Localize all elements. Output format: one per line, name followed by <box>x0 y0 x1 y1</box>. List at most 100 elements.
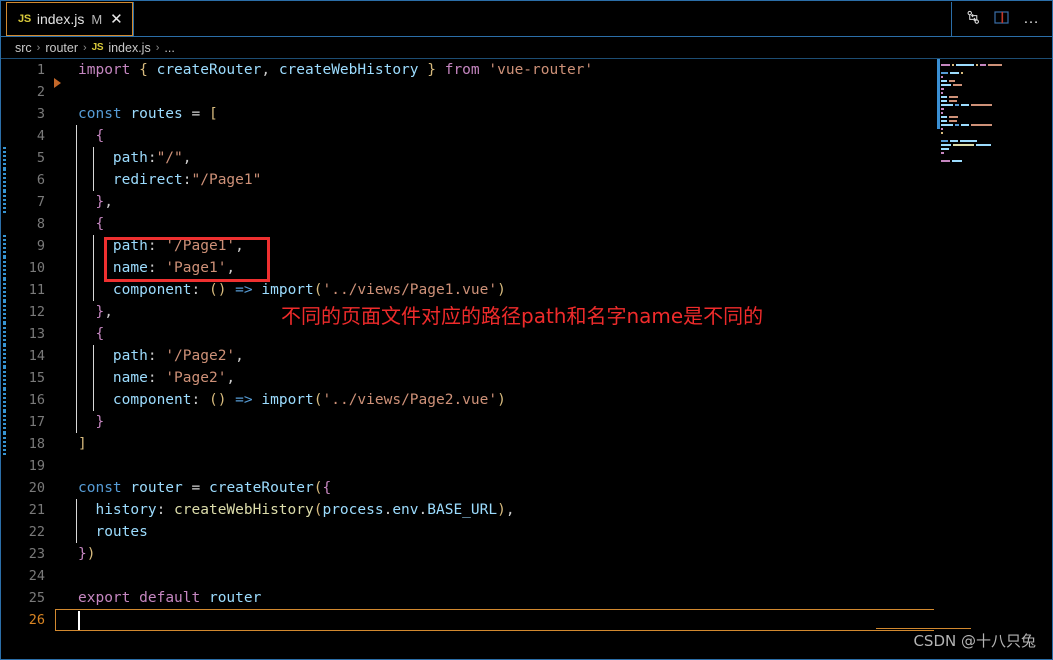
git-modified-marker <box>3 411 6 433</box>
code-line-content[interactable] <box>55 565 1052 587</box>
code-line-content[interactable]: } <box>55 411 1052 433</box>
code-token: , <box>235 348 244 364</box>
code-line-content[interactable]: routes <box>55 521 1052 543</box>
split-editor-icon[interactable] <box>994 10 1010 29</box>
code-token: path <box>112 150 148 166</box>
code-line-content[interactable]: const router = createRouter({ <box>55 477 1052 499</box>
code-line[interactable]: 21 history: createWebHistory(process.env… <box>1 499 1052 521</box>
breadcrumb-item-file[interactable]: index.js <box>108 41 150 55</box>
code-line-content[interactable]: path: '/Page1', <box>55 235 1052 257</box>
code-line-content[interactable]: ] <box>55 433 1052 455</box>
code-line[interactable]: 1 import { createRouter, createWebHistory… <box>1 59 1052 81</box>
minimap-token <box>941 108 945 110</box>
code-line[interactable]: 20 const router = createRouter({ <box>1 477 1052 499</box>
breadcrumb-item-router[interactable]: router <box>45 41 78 55</box>
breadcrumb-separator-icon: › <box>36 41 41 54</box>
indent-guide <box>76 191 77 213</box>
code-token: , <box>182 150 192 166</box>
code-token: ) <box>497 392 506 408</box>
code-line-content[interactable] <box>55 81 1052 103</box>
minimap[interactable] <box>934 59 1052 658</box>
code-line-content[interactable]: history: createWebHistory(process.env.BA… <box>55 499 1052 521</box>
code-line[interactable]: 11 component: () => import('../views/Pag… <box>1 279 1052 301</box>
code-line[interactable]: 7 }, <box>1 191 1052 213</box>
minimap-token <box>970 124 992 126</box>
line-number: 13 <box>28 326 45 342</box>
code-line-content[interactable]: const routes = [ <box>55 103 1052 125</box>
indent-guide <box>76 389 77 411</box>
indent-guide <box>93 235 94 257</box>
code-line-content[interactable]: component: () => import('../views/Page1.… <box>55 279 1052 301</box>
code-token: 'Page1' <box>165 260 227 276</box>
code-line[interactable]: 4 { <box>1 125 1052 147</box>
tab-index-js[interactable]: JS index.js M ✕ <box>6 2 133 36</box>
code-line[interactable]: 19 <box>1 455 1052 477</box>
code-line-content[interactable]: }) <box>55 543 1052 565</box>
code-line[interactable]: 18] <box>1 433 1052 455</box>
code-token: "/Page1" <box>191 172 262 188</box>
minimap-token <box>955 104 960 106</box>
minimap-slider[interactable] <box>937 59 940 129</box>
code-line[interactable]: 17 } <box>1 411 1052 433</box>
code-line[interactable]: 10 name: 'Page1', <box>1 257 1052 279</box>
code-line[interactable]: 22 routes <box>1 521 1052 543</box>
code-line[interactable]: 25 export default router <box>1 587 1052 609</box>
code-line-content[interactable]: name: 'Page2', <box>55 367 1052 389</box>
code-editor[interactable]: 1 import { createRouter, createWebHistory… <box>1 59 1052 658</box>
code-line[interactable]: 9 path: '/Page1', <box>1 235 1052 257</box>
code-token: : <box>147 348 157 364</box>
git-modified-marker <box>3 257 6 279</box>
code-line[interactable]: 14 path: '/Page2', <box>1 345 1052 367</box>
watermark-underline <box>876 628 971 629</box>
code-token: => <box>235 282 253 298</box>
minimap-token <box>961 72 963 74</box>
code-token: routes <box>95 524 148 540</box>
minimap-token <box>941 92 944 94</box>
more-actions-icon[interactable]: … <box>1023 11 1040 26</box>
code-line-content[interactable]: name: 'Page1', <box>55 257 1052 279</box>
code-line[interactable]: 24 <box>1 565 1052 587</box>
code-line-content[interactable]: component: () => import('../views/Page2.… <box>55 389 1052 411</box>
code-line[interactable]: 6 redirect:"/Page1" <box>1 169 1052 191</box>
code-line[interactable]: 3 const routes = [ <box>1 103 1052 125</box>
code-token: BASE_URL <box>427 502 498 518</box>
code-line-content[interactable]: { <box>55 213 1052 235</box>
code-token: createRouter <box>208 480 314 496</box>
code-line[interactable]: 2 <box>1 81 1052 103</box>
code-line-content[interactable]: path: '/Page2', <box>55 345 1052 367</box>
indent-guide <box>93 169 94 191</box>
code-line[interactable]: 8 { <box>1 213 1052 235</box>
indent-guide <box>93 345 94 367</box>
code-line[interactable]: 16 component: () => import('../views/Pag… <box>1 389 1052 411</box>
line-number: 25 <box>28 590 45 606</box>
code-token: import <box>261 392 314 408</box>
source-control-compare-icon[interactable] <box>966 10 981 29</box>
line-number: 6 <box>36 172 45 188</box>
code-line-content[interactable] <box>55 455 1052 477</box>
code-line-content[interactable]: path:"/", <box>55 147 1052 169</box>
code-lines[interactable]: 1 import { createRouter, createWebHistory… <box>1 59 1052 631</box>
breadcrumb-item-symbols[interactable]: ... <box>164 41 174 55</box>
minimap-token <box>960 140 977 142</box>
breadcrumb-item-src[interactable]: src <box>15 41 32 55</box>
git-modified-marker <box>3 301 6 323</box>
fold-marker-icon[interactable] <box>54 78 61 88</box>
code-line-content[interactable]: redirect:"/Page1" <box>55 169 1052 191</box>
code-line-content[interactable]: { <box>55 125 1052 147</box>
code-line[interactable]: 5 path:"/", <box>1 147 1052 169</box>
line-number: 15 <box>28 370 45 386</box>
code-line[interactable]: 23}) <box>1 543 1052 565</box>
code-line-content[interactable]: }, <box>55 191 1052 213</box>
code-token: export <box>78 590 131 606</box>
code-line[interactable]: 15 name: 'Page2', <box>1 367 1052 389</box>
code-line-content[interactable]: export default router <box>55 587 1052 609</box>
close-icon[interactable]: ✕ <box>110 12 123 27</box>
code-line-content[interactable]: import { createRouter, createWebHistory … <box>55 59 1052 81</box>
minimap-token <box>941 120 948 122</box>
